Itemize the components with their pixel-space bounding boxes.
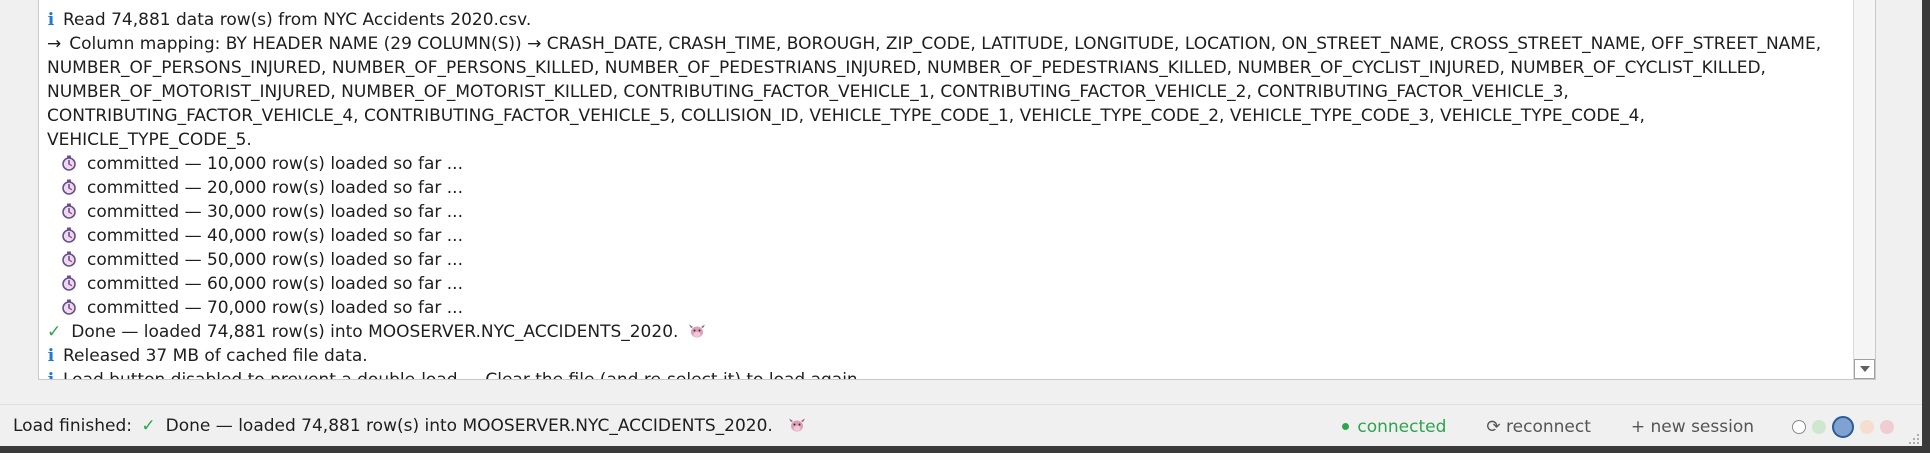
theme-dot-blue[interactable] (1832, 416, 1854, 438)
stopwatch-icon (61, 154, 77, 171)
chevron-down-icon (1860, 366, 1870, 372)
stopwatch-icon (61, 274, 77, 291)
info-icon: i (47, 346, 55, 366)
log-line-cut-off (47, 0, 1847, 8)
log-line-text: Load button disabled to prevent a double… (63, 370, 864, 380)
check-icon: ✓ (47, 322, 62, 342)
log-line: committed — 20,000 row(s) loaded so far … (47, 176, 1847, 200)
connection-status: connected (1342, 417, 1446, 437)
log-line: → Column mapping: BY HEADER NAME (29 COLU… (47, 32, 1847, 152)
log-line-text: Done — loaded 74,881 row(s) into MOOSERV… (71, 322, 679, 342)
log-line-text: committed — 50,000 row(s) loaded so far … (87, 250, 463, 270)
theme-picker (1792, 416, 1894, 438)
log-line: committed — 10,000 row(s) loaded so far … (47, 152, 1847, 176)
log-line: i Load button disabled to prevent a doubl… (47, 368, 1847, 380)
info-icon: i (47, 370, 55, 380)
log-panel[interactable]: i Read 74,881 data row(s) from NYC Accide… (38, 0, 1876, 380)
log-scrollbar[interactable] (1853, 0, 1875, 379)
new-session-button[interactable]: + new session (1631, 417, 1754, 437)
stopwatch-icon (61, 250, 77, 267)
theme-dot-rose[interactable] (1880, 420, 1894, 434)
stopwatch-icon (61, 226, 77, 243)
status-controls: connected ⟳ reconnect + new session (1342, 416, 1894, 438)
log-line-text: Released 37 MB of cached file data. (63, 346, 368, 366)
stopwatch-icon (61, 178, 77, 195)
reconnect-button[interactable]: ⟳ reconnect (1486, 417, 1591, 437)
log-line-text: committed — 60,000 row(s) loaded so far … (87, 274, 463, 294)
app-window: i Read 74,881 data row(s) from NYC Accide… (0, 0, 1922, 446)
status-prefix: Load finished: (13, 416, 132, 436)
theme-dot-peach[interactable] (1860, 420, 1874, 434)
log-line-text: Read 74,881 data row(s) from NYC Acciden… (63, 10, 532, 30)
log-line-text: committed — 70,000 row(s) loaded so far … (87, 298, 463, 318)
scroll-down-button[interactable] (1854, 359, 1875, 379)
info-icon: i (47, 10, 55, 30)
status-bar: Load finished: ✓ Done — loaded 74,881 row… (0, 404, 1922, 446)
log-line: ✓ Done — loaded 74,881 row(s) into MOOSER… (47, 320, 1847, 344)
log-content: i Read 74,881 data row(s) from NYC Accide… (47, 0, 1847, 380)
log-line: committed — 30,000 row(s) loaded so far … (47, 200, 1847, 224)
log-line: committed — 40,000 row(s) loaded so far … (47, 224, 1847, 248)
connection-label: connected (1357, 417, 1447, 437)
log-line: committed — 50,000 row(s) loaded so far … (47, 248, 1847, 272)
resize-grip-icon[interactable] (1908, 433, 1920, 445)
log-line-text: committed — 20,000 row(s) loaded so far … (87, 178, 463, 198)
stopwatch-icon (61, 202, 77, 219)
theme-dot-light[interactable] (1792, 420, 1806, 434)
log-line-text: Column mapping: BY HEADER NAME (29 COLUM… (47, 34, 1822, 150)
cow-icon (688, 322, 706, 338)
log-line: i Released 37 MB of cached file data. (47, 344, 1847, 368)
log-line-text: committed — 40,000 row(s) loaded so far … (87, 226, 463, 246)
status-message: Done — loaded 74,881 row(s) into MOOSERV… (165, 416, 773, 436)
log-line: i Read 74,881 data row(s) from NYC Accide… (47, 8, 1847, 32)
log-line: committed — 60,000 row(s) loaded so far … (47, 272, 1847, 296)
connected-dot-icon (1342, 423, 1350, 430)
log-line: committed — 70,000 row(s) loaded so far … (47, 296, 1847, 320)
check-icon: ✓ (141, 416, 156, 436)
log-line-text: committed — 30,000 row(s) loaded so far … (87, 202, 463, 222)
status-message-area: Load finished: ✓ Done — loaded 74,881 row… (13, 416, 806, 436)
cow-icon (788, 417, 806, 433)
arrow-right-icon: → (47, 34, 62, 54)
stopwatch-icon (61, 298, 77, 315)
theme-dot-mint[interactable] (1812, 420, 1826, 434)
log-line-text: committed — 10,000 row(s) loaded so far … (87, 154, 463, 174)
